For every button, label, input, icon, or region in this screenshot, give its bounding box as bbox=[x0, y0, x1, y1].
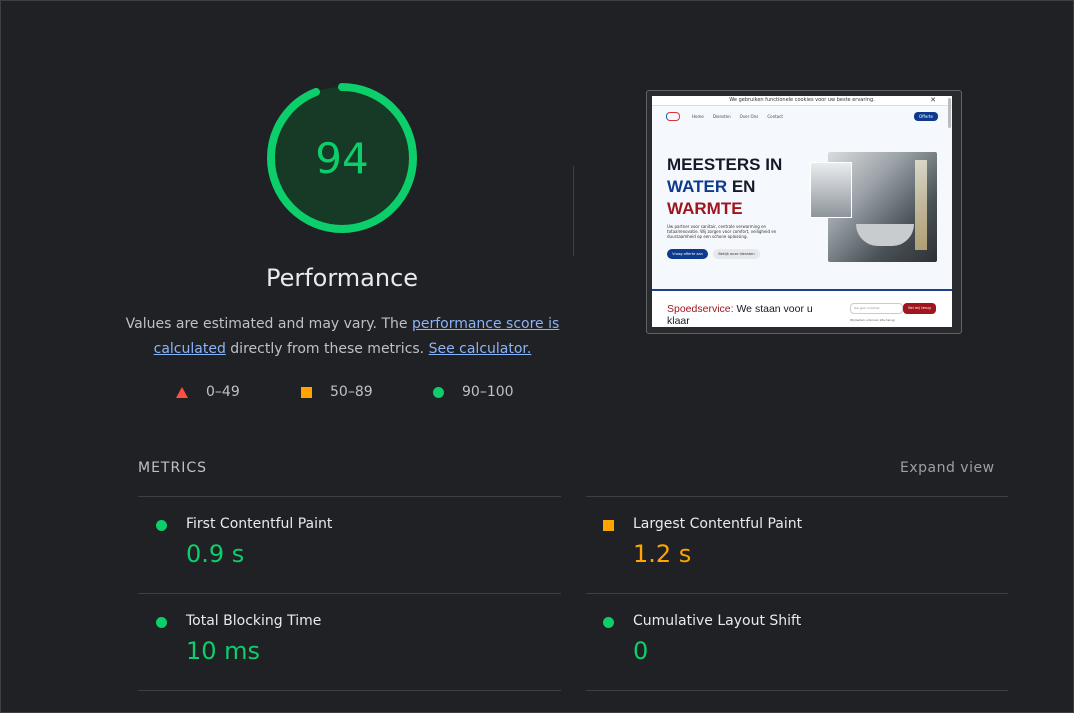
metrics-header: METRICS bbox=[138, 460, 207, 476]
legend-pass: 90–100 bbox=[433, 384, 514, 400]
score-description: Values are estimated and may vary. The p… bbox=[120, 312, 565, 362]
spoedservice-title: Spoedservice: We staan voor u klaar bbox=[667, 303, 827, 327]
screenshot-scrollbar bbox=[948, 98, 951, 128]
nav-item-home: Home bbox=[692, 113, 704, 119]
average-square-icon bbox=[603, 520, 614, 531]
metric-lcp: Largest Contentful Paint 1.2 s bbox=[603, 516, 1003, 576]
callback-note: Wij bellen u binnen 24u terug bbox=[850, 318, 895, 322]
metric-tbt: Total Blocking Time 10 ms bbox=[156, 613, 556, 673]
hero-secondary-button: Bekijk onze diensten bbox=[713, 249, 760, 259]
pass-circle-icon bbox=[156, 520, 167, 531]
screenshot-page: We gebruiken functionele cookies voor uw… bbox=[652, 96, 952, 327]
metric-cls: Cumulative Layout Shift 0 bbox=[603, 613, 1003, 673]
metrics-divider bbox=[586, 496, 1008, 497]
metric-lcp-value: 1.2 s bbox=[633, 540, 692, 568]
expand-view-button[interactable]: Expand view bbox=[900, 460, 995, 476]
spoedservice-accent: Spoedservice: bbox=[667, 303, 734, 315]
cookie-bar: We gebruiken functionele cookies voor uw… bbox=[652, 96, 952, 106]
description-text-2: directly from these metrics. bbox=[225, 341, 429, 357]
metric-lcp-name: Largest Contentful Paint bbox=[633, 516, 803, 532]
metrics-divider bbox=[138, 690, 561, 691]
cookie-text: We gebruiken functionele cookies voor uw… bbox=[729, 97, 875, 103]
metric-cls-value: 0 bbox=[633, 637, 649, 665]
site-logo-icon bbox=[666, 111, 680, 121]
metric-fcp-name: First Contentful Paint bbox=[186, 516, 333, 532]
metrics-divider bbox=[586, 690, 1008, 691]
metric-tbt-value: 10 ms bbox=[186, 637, 261, 665]
inset-photo bbox=[810, 162, 852, 218]
hero-heading-en: EN bbox=[727, 177, 756, 196]
triangle-icon bbox=[176, 386, 188, 398]
see-calculator-link[interactable]: See calculator. bbox=[429, 341, 532, 357]
metrics-divider bbox=[586, 593, 1008, 594]
phone-input: Uw gsm nummer bbox=[850, 303, 903, 314]
metrics-divider bbox=[138, 496, 561, 497]
pass-circle-icon bbox=[156, 617, 167, 628]
close-icon: ✕ bbox=[930, 96, 936, 104]
final-screenshot[interactable]: We gebruiken functionele cookies voor uw… bbox=[646, 90, 962, 334]
hero-heading-line-1: MEESTERS IN bbox=[667, 155, 783, 174]
hero-heading-water: WATER bbox=[667, 177, 728, 196]
metric-fcp: First Contentful Paint 0.9 s bbox=[156, 516, 556, 576]
vertical-divider bbox=[573, 166, 574, 256]
performance-title: Performance bbox=[265, 264, 419, 292]
nav-item-contact: Contact bbox=[767, 113, 783, 119]
site-nav: Home Diensten Over Ons Contact Offerte bbox=[652, 106, 952, 126]
callback-button: Bel mij terug bbox=[903, 303, 936, 314]
circle-icon bbox=[433, 386, 444, 398]
legend-average: 50–89 bbox=[301, 384, 373, 400]
legend-fail-label: 0–49 bbox=[206, 384, 240, 400]
metric-tbt-name: Total Blocking Time bbox=[186, 613, 322, 629]
metrics-divider bbox=[138, 593, 561, 594]
performance-score: 94 bbox=[315, 133, 369, 183]
hero-heading-line-3: WARMTE bbox=[667, 199, 743, 218]
spoedservice-band: Spoedservice: We staan voor u klaar Uw g… bbox=[652, 289, 952, 327]
legend-pass-label: 90–100 bbox=[462, 384, 514, 400]
nav-offerte-button: Offerte bbox=[913, 111, 938, 121]
square-icon bbox=[301, 386, 312, 398]
performance-gauge: 94 bbox=[265, 81, 419, 235]
bathtub bbox=[856, 224, 914, 246]
nav-item-over-ons: Over Ons bbox=[739, 113, 759, 119]
description-text-1: Values are estimated and may vary. The bbox=[125, 316, 412, 332]
hero-primary-button: Vraag offerte aan bbox=[667, 249, 708, 259]
hero-heading: MEESTERS IN WATER EN WARMTE bbox=[667, 154, 782, 220]
wall-light bbox=[915, 160, 927, 250]
metric-cls-name: Cumulative Layout Shift bbox=[633, 613, 802, 629]
legend-average-label: 50–89 bbox=[330, 384, 373, 400]
hero-paragraph: Uw partner voor sanitair, centrale verwa… bbox=[667, 224, 777, 239]
nav-item-diensten: Diensten bbox=[712, 113, 731, 119]
metric-fcp-value: 0.9 s bbox=[186, 540, 245, 568]
pass-circle-icon bbox=[603, 617, 614, 628]
legend-fail: 0–49 bbox=[176, 384, 240, 400]
